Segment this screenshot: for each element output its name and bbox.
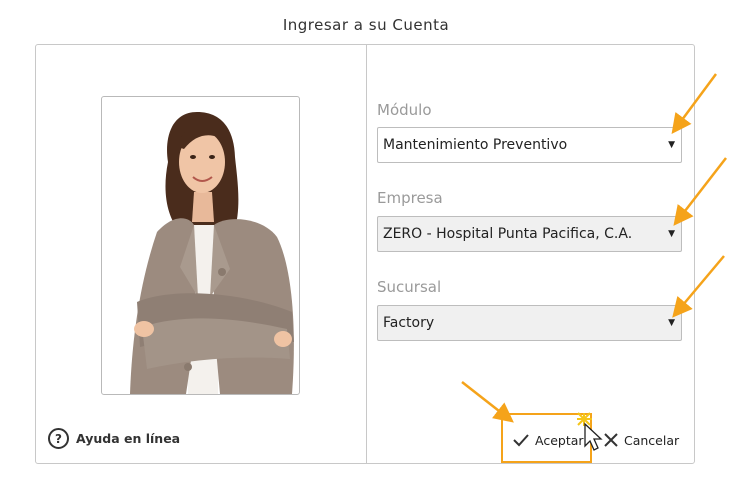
question-circle-icon: ? xyxy=(48,428,69,449)
accept-label: Aceptar xyxy=(535,432,584,448)
user-photo xyxy=(101,96,300,395)
sucursal-select[interactable]: Factory ▼ xyxy=(377,305,682,341)
accept-button[interactable]: Aceptar xyxy=(512,425,584,455)
person-image xyxy=(130,112,294,394)
login-dialog: ? Ayuda en línea Módulo Mantenimiento Pr… xyxy=(35,44,695,464)
chevron-down-icon: ▼ xyxy=(668,318,675,328)
chevron-down-icon: ▼ xyxy=(668,229,675,239)
modulo-label: Módulo xyxy=(377,101,432,119)
sucursal-value: Factory xyxy=(383,315,435,331)
help-online-link[interactable]: ? Ayuda en línea xyxy=(48,428,180,449)
checkmark-icon xyxy=(513,434,529,447)
empresa-select[interactable]: ZERO - Hospital Punta Pacifica, C.A. ▼ xyxy=(377,216,682,252)
cancel-label: Cancelar xyxy=(624,432,680,448)
sucursal-label: Sucursal xyxy=(377,278,442,296)
close-icon xyxy=(604,433,618,447)
help-online-label: Ayuda en línea xyxy=(76,431,181,446)
chevron-down-icon: ▼ xyxy=(668,140,675,150)
panel-divider xyxy=(366,45,367,463)
empresa-value: ZERO - Hospital Punta Pacifica, C.A. xyxy=(383,226,633,242)
modulo-value: Mantenimiento Preventivo xyxy=(383,137,568,153)
empresa-label: Empresa xyxy=(377,189,443,207)
dialog-title: Ingresar a su Cuenta xyxy=(282,16,450,34)
modulo-select[interactable]: Mantenimiento Preventivo ▼ xyxy=(377,127,682,163)
cancel-button[interactable]: Cancelar xyxy=(603,425,679,455)
